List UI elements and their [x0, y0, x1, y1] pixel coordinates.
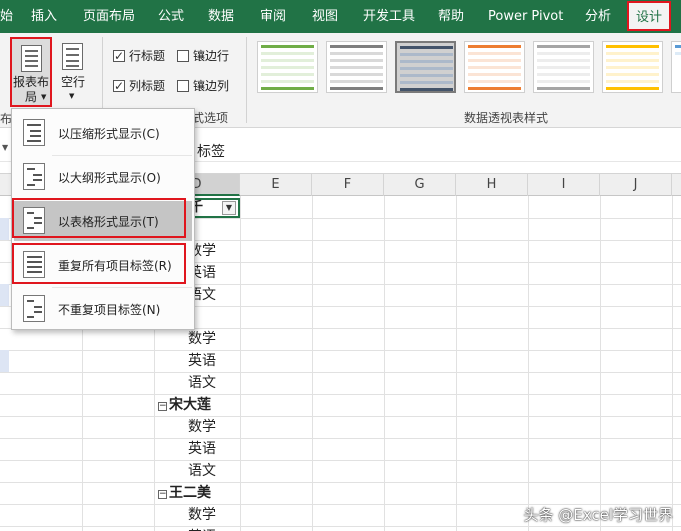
outline-form-icon [23, 163, 45, 190]
tab-page-layout[interactable]: 页面布局 [83, 0, 135, 33]
left-cell-shading [0, 284, 9, 306]
menu-item-outline-form[interactable]: 以大纲形式显示(O) [14, 157, 192, 197]
no-repeat-labels-icon [23, 295, 45, 322]
pivot-row-text: 王二美 [169, 485, 211, 501]
watermark: 头条 @Excel学习世界 [523, 506, 673, 524]
style-thumbnail[interactable] [326, 41, 387, 93]
style-thumbnail[interactable] [533, 41, 594, 93]
checkbox-box [113, 47, 125, 65]
tab-review[interactable]: 审阅 [260, 0, 286, 33]
tab-formulas[interactable]: 公式 [158, 0, 184, 33]
pivot-row-subject[interactable]: 英语 [154, 438, 240, 460]
tab-home[interactable]: 始 [0, 0, 14, 33]
compact-form-icon [23, 119, 45, 146]
row-headers-checkbox[interactable]: 行标题 [113, 47, 165, 65]
tab-analyze[interactable]: 分析 [585, 0, 611, 33]
menu-item-label: 重复所有项目标签(R) [58, 259, 172, 273]
style-thumbnail[interactable] [671, 41, 681, 93]
report-layout-dropdown: 以压缩形式显示(C) 以大纲形式显示(O) 以表格形式显示(T) 重复所有项目标… [11, 108, 195, 330]
tab-design[interactable]: 设计 [627, 1, 671, 31]
pivot-row-subject[interactable]: 语文 [154, 372, 240, 394]
pivot-row-text: 宋大莲 [169, 397, 211, 413]
collapse-icon[interactable]: − [158, 402, 167, 411]
menu-divider [52, 287, 192, 288]
formula-input[interactable]: 标签 [197, 141, 225, 161]
style-thumbnail[interactable] [602, 41, 663, 93]
style-thumbnail[interactable] [464, 41, 525, 93]
blank-rows-icon [62, 43, 83, 70]
checkbox-box [113, 77, 125, 95]
blank-rows-label: 空行 [60, 75, 85, 89]
tab-developer[interactable]: 开发工具 [363, 0, 415, 33]
checkbox-box [177, 80, 189, 92]
pivot-styles-group-label: 数据透视表样式 [464, 111, 549, 125]
menu-item-label: 以大纲形式显示(O) [58, 171, 161, 185]
checkbox-box [177, 50, 189, 62]
group-divider [246, 37, 247, 123]
banded-columns-checkbox[interactable]: 镶边列 [177, 77, 229, 95]
collapse-icon[interactable]: − [158, 490, 167, 499]
column-header-h[interactable]: H [456, 174, 528, 196]
checkbox-label: 镶边列 [193, 79, 230, 93]
column-header-i[interactable]: I [528, 174, 600, 196]
pivot-styles-gallery[interactable] [253, 37, 681, 99]
chevron-down-icon: ▼ [41, 93, 47, 101]
style-thumbnail-selected[interactable] [395, 41, 456, 93]
blank-rows-button[interactable]: 空行 ▼ [56, 37, 90, 107]
left-cell-shading [0, 218, 9, 240]
report-layout-button[interactable]: 报表布 局 ▼ [10, 37, 52, 107]
menu-item-label: 以表格形式显示(T) [58, 215, 159, 229]
column-header-f[interactable]: F [312, 174, 384, 196]
pivot-row-subject[interactable]: 英语 [154, 350, 240, 372]
pivot-row-subject[interactable]: 数学 [154, 504, 240, 526]
style-thumbnail[interactable] [257, 41, 318, 93]
checkbox-label: 镶边行 [193, 49, 230, 63]
banded-rows-checkbox[interactable]: 镶边行 [177, 47, 229, 65]
tab-data[interactable]: 数据 [208, 0, 234, 33]
pivot-row-subject[interactable]: 数学 [154, 328, 240, 350]
column-header-e[interactable]: E [240, 174, 312, 196]
chevron-down-icon: ▼ [69, 92, 75, 100]
column-header-g[interactable]: G [384, 174, 456, 196]
tab-insert[interactable]: 插入 [31, 0, 57, 33]
chevron-down-icon: ▼ [2, 143, 9, 152]
repeat-labels-icon [23, 251, 45, 278]
pivot-row-name[interactable]: − 宋大莲 [154, 394, 240, 416]
menu-item-compact-form[interactable]: 以压缩形式显示(C) [14, 113, 192, 153]
tab-help[interactable]: 帮助 [438, 0, 464, 33]
report-layout-label-1: 报表布 [12, 75, 49, 89]
menu-divider [52, 155, 192, 156]
filter-dropdown-icon[interactable]: ▼ [222, 201, 236, 215]
menu-item-label: 以压缩形式显示(C) [58, 127, 160, 141]
style-options-group-label: 式选项 [192, 111, 229, 125]
pivot-row-subject[interactable]: 语文 [154, 460, 240, 482]
ribbon-tab-bar: 始 插入 页面布局 公式 数据 审阅 视图 开发工具 帮助 Power Pivo… [0, 0, 681, 33]
menu-item-no-repeat-labels[interactable]: 不重复项目标签(N) [14, 289, 192, 329]
tab-view[interactable]: 视图 [312, 0, 338, 33]
tab-power-pivot[interactable]: Power Pivot [488, 0, 563, 33]
left-cell-shading [0, 350, 9, 372]
pivot-row-subject[interactable]: 英语 [154, 526, 240, 531]
pivot-row-name[interactable]: − 王二美 [154, 482, 240, 504]
pivot-row-subject[interactable]: 数学 [154, 416, 240, 438]
column-header-j[interactable]: J [600, 174, 672, 196]
menu-item-tabular-form[interactable]: 以表格形式显示(T) [14, 201, 192, 241]
checkbox-label: 列标题 [129, 79, 166, 93]
checkbox-label: 行标题 [129, 49, 166, 63]
column-headers-checkbox[interactable]: 列标题 [113, 77, 165, 95]
menu-item-repeat-labels[interactable]: 重复所有项目标签(R) [14, 245, 192, 285]
report-layout-icon [21, 45, 42, 72]
tabular-form-icon [23, 207, 45, 234]
menu-item-label: 不重复项目标签(N) [58, 303, 161, 317]
